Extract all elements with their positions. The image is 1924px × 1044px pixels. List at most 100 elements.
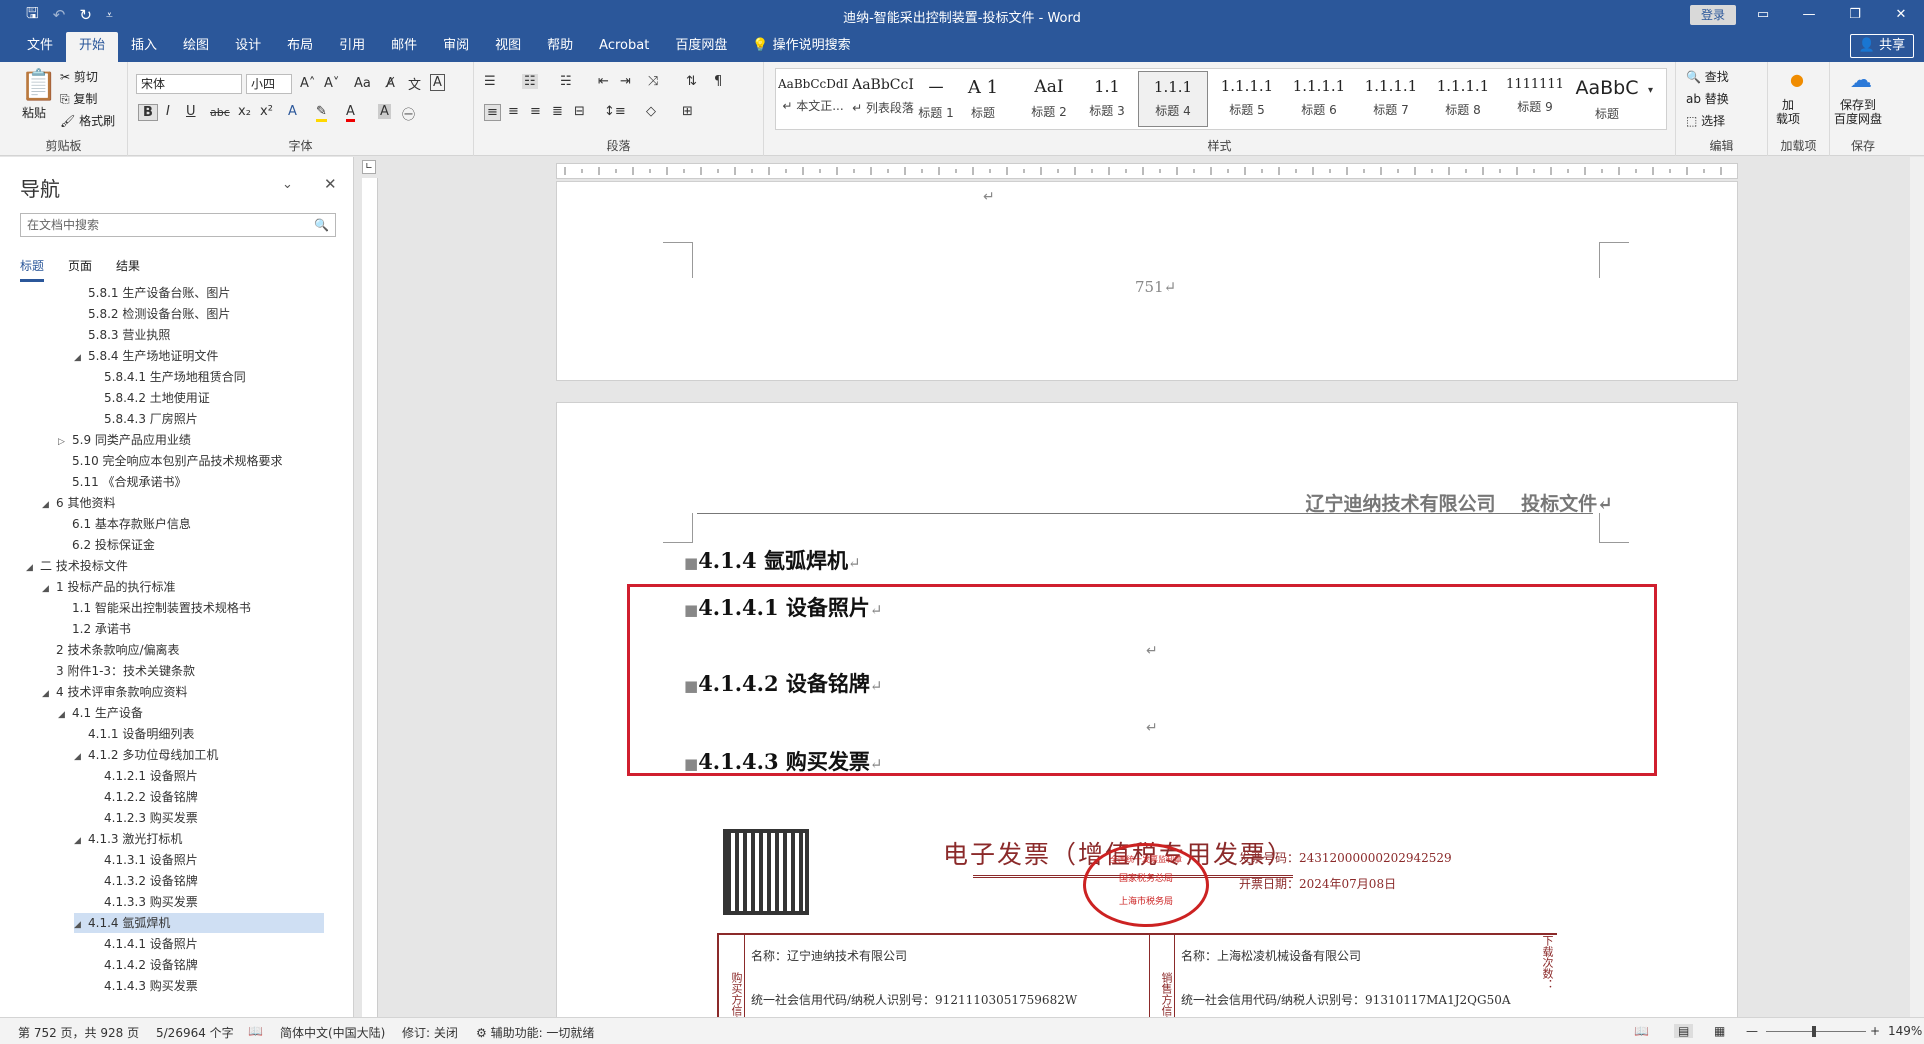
tab-view[interactable]: 视图 (482, 32, 534, 62)
nav-heading-item[interactable]: 5.8.4.1 生产场地租赁合同 (90, 367, 246, 387)
style-title[interactable]: A 1 标题 (958, 71, 1008, 127)
nav-heading-item[interactable]: 1.1 智能采出控制装置技术规格书 (58, 598, 251, 618)
nav-heading-item[interactable]: ◢ 4.1.3 激光打标机 (74, 829, 182, 849)
nav-heading-item[interactable]: ◢ 4.1.2 多功位母线加工机 (74, 745, 218, 765)
bold-icon[interactable]: B (138, 104, 158, 121)
tab-insert[interactable]: 插入 (118, 32, 170, 62)
collapse-icon[interactable]: ◢ (42, 684, 56, 704)
nav-search-input[interactable]: 在文档中搜索 🔍 (20, 213, 336, 237)
accessibility-status[interactable]: ⚙ 辅助功能: 一切就绪 (476, 1024, 594, 1041)
nav-heading-item[interactable]: 6.1 基本存款账户信息 (58, 514, 191, 534)
save-to-baidu-button[interactable]: 保存到 百度网盘 (1834, 98, 1882, 126)
nav-tab-headings[interactable]: 标题 (20, 257, 45, 282)
nav-heading-item[interactable]: ◢ 1 投标产品的执行标准 (42, 577, 175, 597)
show-marks-icon[interactable]: ¶ (714, 74, 722, 89)
nav-heading-item[interactable]: 5.8.4.3 厂房照片 (90, 409, 198, 429)
justify-icon[interactable]: ≣ (552, 104, 563, 119)
heading-4-1-4[interactable]: ■4.1.4 氩弧焊机↵ (684, 545, 861, 575)
select-button[interactable]: ⬚ 选择 (1686, 112, 1725, 129)
collapse-icon[interactable]: ◢ (74, 915, 88, 935)
expand-icon[interactable]: ▷ (58, 432, 72, 452)
nav-heading-item[interactable]: 6.2 投标保证金 (58, 535, 155, 555)
nav-heading-item[interactable]: ◢ 6 其他资料 (42, 493, 115, 513)
text-effects-icon[interactable]: A (288, 104, 297, 119)
style-heading-4[interactable]: 1.1.1 标题 4 (1138, 71, 1208, 127)
print-layout-icon[interactable]: ▤ (1674, 1024, 1694, 1038)
chevron-down-icon[interactable]: ⌄ (282, 177, 293, 192)
collapse-icon[interactable]: ◢ (74, 747, 88, 767)
addins-icon[interactable]: ● (1790, 70, 1804, 89)
tab-design[interactable]: 设计 (222, 32, 274, 62)
tab-selector-icon[interactable]: ∟ (362, 160, 376, 174)
nav-heading-item[interactable]: 5.8.3 营业执照 (74, 325, 170, 345)
line-spacing-icon[interactable]: ↕≡ (604, 104, 626, 119)
paste-icon[interactable]: 📋 (20, 68, 57, 103)
zoom-slider-thumb[interactable] (1812, 1026, 1816, 1037)
subscript-icon[interactable]: x₂ (238, 104, 251, 119)
style-gallery-more-icon[interactable]: ▾ (1648, 85, 1653, 96)
cut-button[interactable]: ✂ 剪切 (60, 68, 98, 85)
nav-heading-item[interactable]: ◢ 5.8.4 生产场地证明文件 (74, 346, 218, 366)
char-shading-icon[interactable]: A (378, 104, 391, 119)
superscript-icon[interactable]: x² (260, 104, 273, 119)
nav-heading-item[interactable]: 4.1.3.3 购买发票 (90, 892, 198, 912)
tab-review[interactable]: 审阅 (430, 32, 482, 62)
multilevel-list-icon[interactable]: ☵ (560, 74, 572, 89)
collapse-icon[interactable]: ◢ (58, 705, 72, 725)
style-heading-9[interactable]: 1111111 标题 9 (1500, 71, 1570, 127)
decrease-indent-icon[interactable]: ⇤ (598, 74, 609, 89)
nav-heading-item[interactable]: 4.1.2.3 购买发票 (90, 808, 198, 828)
nav-tab-pages[interactable]: 页面 (68, 257, 92, 282)
nav-heading-item[interactable]: 4.1.4.3 购买发票 (90, 976, 198, 996)
nav-heading-item[interactable]: 2 技术条款响应/偏离表 (42, 640, 180, 660)
restore-icon[interactable]: ❐ (1832, 0, 1878, 30)
strikethrough-icon[interactable]: abc (210, 106, 230, 119)
nav-heading-item[interactable]: 4.1.2.1 设备照片 (90, 766, 198, 786)
shrink-font-icon[interactable]: A˅ (324, 76, 339, 91)
minimize-icon[interactable]: — (1786, 0, 1832, 30)
font-name-select[interactable]: 宋体 (136, 74, 242, 94)
proofing-icon[interactable]: 📖 (248, 1024, 263, 1038)
chinese-layout-icon[interactable]: ⤨ (648, 74, 658, 89)
style-heading-1[interactable]: 一标题 1 (918, 71, 954, 127)
tab-home[interactable]: 开始 (66, 32, 119, 62)
style-heading-3[interactable]: 1.1 标题 3 (1072, 71, 1142, 127)
phonetic-icon[interactable]: 文 (408, 74, 421, 93)
vertical-scrollbar[interactable] (1910, 157, 1924, 1017)
shading-icon[interactable]: ◇ (646, 104, 656, 119)
addins-button[interactable]: 加 载项 (1776, 98, 1800, 126)
redo-icon[interactable]: ↻ (79, 6, 92, 24)
nav-heading-item[interactable]: 4.1.4.1 设备照片 (90, 934, 198, 954)
nav-heading-item[interactable]: 5.10 完全响应本包别产品技术规格要求 (58, 451, 283, 471)
grow-font-icon[interactable]: A˄ (300, 76, 315, 91)
style-normal[interactable]: AaBbCcDdI ↵ 本文正... (778, 71, 848, 127)
page-count[interactable]: 第 752 页，共 928 页 (18, 1024, 139, 1041)
track-changes[interactable]: 修订: 关闭 (402, 1024, 458, 1041)
tab-acrobat[interactable]: Acrobat (586, 32, 662, 62)
nav-heading-item[interactable]: 4.1.4.2 设备铭牌 (90, 955, 198, 975)
word-count[interactable]: 5/26964 个字 (156, 1024, 234, 1041)
clear-format-icon[interactable]: A̸ (386, 76, 395, 91)
nav-heading-item[interactable]: ◢ 4.1.4 氩弧焊机 (74, 913, 324, 933)
font-size-select[interactable]: 小四 (246, 74, 292, 94)
increase-indent-icon[interactable]: ⇥ (620, 74, 631, 89)
customize-toolbar-icon[interactable]: ⩡ (106, 8, 113, 23)
undo-icon[interactable]: ↶ (53, 6, 66, 24)
style-heading-6[interactable]: 1.1.1.1 标题 6 (1284, 71, 1354, 127)
tab-draw[interactable]: 绘图 (170, 32, 222, 62)
find-button[interactable]: 🔍 查找 (1686, 68, 1729, 85)
nav-heading-item[interactable]: 5.8.4.2 土地使用证 (90, 388, 210, 408)
nav-heading-item[interactable]: 1.2 承诺书 (58, 619, 131, 639)
replace-button[interactable]: ab 替换 (1686, 90, 1729, 107)
style-heading-5[interactable]: 1.1.1.1 标题 5 (1212, 71, 1282, 127)
nav-heading-item[interactable]: ◢ 4 技术评审条款响应资料 (42, 682, 187, 702)
italic-icon[interactable]: I (166, 104, 170, 119)
web-layout-icon[interactable]: ▦ (1714, 1024, 1725, 1038)
format-painter-button[interactable]: 🖌 格式刷 (60, 112, 115, 129)
tab-layout[interactable]: 布局 (274, 32, 326, 62)
nav-heading-item[interactable]: 3 附件1-3：技术关键条款 (42, 661, 195, 681)
nav-heading-item[interactable]: ▷ 5.9 同类产品应用业绩 (58, 430, 191, 450)
nav-heading-item[interactable]: ◢ 4.1 生产设备 (58, 703, 143, 723)
search-icon[interactable]: 🔍 (314, 214, 329, 236)
borders-icon[interactable]: ⊞ (682, 104, 693, 119)
